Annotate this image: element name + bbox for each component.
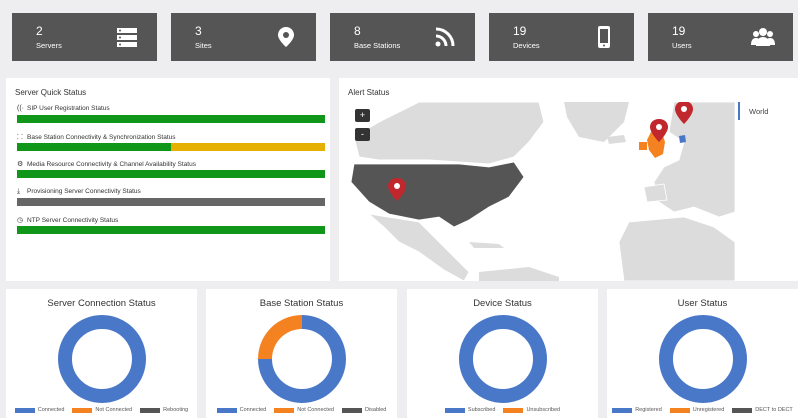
legend-item[interactable]: DECT to DECT	[732, 407, 793, 413]
status-row-sip: ((· SIP User Registration Status	[17, 105, 325, 123]
status-bar-yellow-segment	[171, 143, 325, 151]
card-title: Server Connection Status	[47, 298, 156, 309]
status-bar	[17, 226, 325, 234]
card-title: User Status	[677, 298, 728, 309]
status-bar	[17, 143, 325, 151]
card-title: Device Status	[473, 298, 532, 309]
tile-count: 19	[513, 24, 527, 38]
region-tab-world[interactable]: World	[749, 107, 768, 116]
status-bar	[17, 198, 325, 206]
legend-item[interactable]: Not Connected	[274, 407, 334, 413]
signal-icon: ((·	[17, 105, 24, 112]
donut-slice[interactable]	[659, 315, 747, 403]
legend-item[interactable]: Subscribed	[444, 407, 495, 413]
chart-legend: Connected Not Connected Disabled	[206, 407, 397, 413]
status-bar-green-segment	[17, 115, 325, 123]
donut-chart[interactable]	[56, 313, 148, 405]
clock-icon: ◷	[17, 217, 24, 224]
map-land-ireland	[639, 142, 647, 150]
world-map[interactable]	[339, 102, 735, 281]
status-row-base-station: ⸬ Base Station Connectivity & Synchroniza…	[17, 133, 325, 151]
status-row-provisioning: ⤓ Provisioning Server Connectivity Status	[17, 188, 325, 206]
status-bar	[17, 115, 325, 123]
legend-item[interactable]: Unregistered	[669, 407, 724, 413]
region-tab-indicator	[738, 102, 740, 120]
status-bar	[17, 170, 325, 178]
tile-count: 3	[195, 24, 202, 38]
download-icon: ⤓	[17, 188, 21, 195]
tile-count: 2	[36, 24, 43, 38]
status-row-media-resource: ⚙ Media Resource Connectivity & Channel A…	[17, 160, 325, 178]
status-label: Base Station Connectivity & Synchronizat…	[27, 134, 176, 141]
tile-label: Sites	[195, 41, 212, 50]
donut-chart[interactable]	[457, 313, 549, 405]
donut-slice[interactable]	[58, 315, 146, 403]
legend-item[interactable]: Connected	[14, 407, 64, 413]
status-bar-gray-segment	[17, 198, 325, 206]
alert-status-panel: Alert Status + - World	[339, 78, 798, 281]
chart-legend: Registered Unregistered DECT to DECT	[607, 407, 798, 413]
location-pin-icon	[278, 27, 294, 47]
rss-icon	[435, 27, 455, 47]
donut-slice[interactable]	[258, 315, 302, 359]
tile-sites[interactable]: 3 Sites	[171, 13, 316, 61]
chart-legend: Connected Not Connected Rebooting	[6, 407, 197, 413]
status-label: SIP User Registration Status	[27, 105, 110, 112]
legend-item[interactable]: Connected	[216, 407, 266, 413]
map-land-denmark	[679, 135, 686, 143]
base-station-status-card: Base Station Status Connected Not Connec…	[206, 289, 397, 418]
tile-servers[interactable]: 2 Servers	[12, 13, 157, 61]
chart-legend: Subscribed Unsubscribed	[407, 407, 598, 413]
legend-item[interactable]: Disabled	[341, 407, 386, 413]
summary-tiles: 2 Servers 3 Sites 8 Base Stations 19 Dev…	[12, 13, 793, 61]
server-quick-status-panel: Server Quick Status ((· SIP User Registra…	[6, 78, 330, 281]
server-connection-status-card: Server Connection Status Connected Not C…	[6, 289, 197, 418]
status-bar-green-segment	[17, 226, 325, 234]
panel-title: Server Quick Status	[15, 88, 87, 97]
mobile-icon	[598, 26, 610, 48]
cogs-icon: ⚙	[17, 161, 24, 168]
donut-chart[interactable]	[657, 313, 749, 405]
status-label: Media Resource Connectivity & Channel Av…	[27, 161, 196, 168]
tile-label: Users	[672, 41, 692, 50]
status-row-ntp: ◷ NTP Server Connectivity Status	[17, 216, 325, 234]
rss-icon: ⸬	[17, 134, 23, 141]
status-label: Provisioning Server Connectivity Status	[27, 188, 141, 195]
tile-label: Servers	[36, 41, 62, 50]
user-status-card: User Status Registered Unregistered DECT…	[607, 289, 798, 418]
zoom-out-button[interactable]: -	[355, 128, 370, 141]
donut-chart[interactable]	[256, 313, 348, 405]
tile-label: Base Stations	[354, 41, 401, 50]
device-status-card: Device Status Subscribed Unsubscribed	[407, 289, 598, 418]
zoom-in-button[interactable]: +	[355, 109, 370, 122]
tile-count: 8	[354, 24, 361, 38]
tile-count: 19	[672, 24, 686, 38]
legend-item[interactable]: Registered	[612, 407, 662, 413]
status-bar-green-segment	[17, 170, 325, 178]
status-bar-green-segment	[17, 143, 171, 151]
tile-label: Devices	[513, 41, 540, 50]
card-title: Base Station Status	[259, 298, 344, 309]
server-icon	[117, 28, 137, 47]
tile-users[interactable]: 19 Users	[648, 13, 793, 61]
legend-item[interactable]: Rebooting	[140, 407, 188, 413]
legend-item[interactable]: Unsubscribed	[503, 407, 560, 413]
tile-devices[interactable]: 19 Devices	[489, 13, 634, 61]
status-label: NTP Server Connectivity Status	[27, 217, 119, 224]
donut-slice[interactable]	[459, 315, 547, 403]
panel-title: Alert Status	[348, 88, 390, 97]
users-icon	[751, 28, 775, 46]
legend-item[interactable]: Not Connected	[72, 407, 132, 413]
tile-base-stations[interactable]: 8 Base Stations	[330, 13, 475, 61]
